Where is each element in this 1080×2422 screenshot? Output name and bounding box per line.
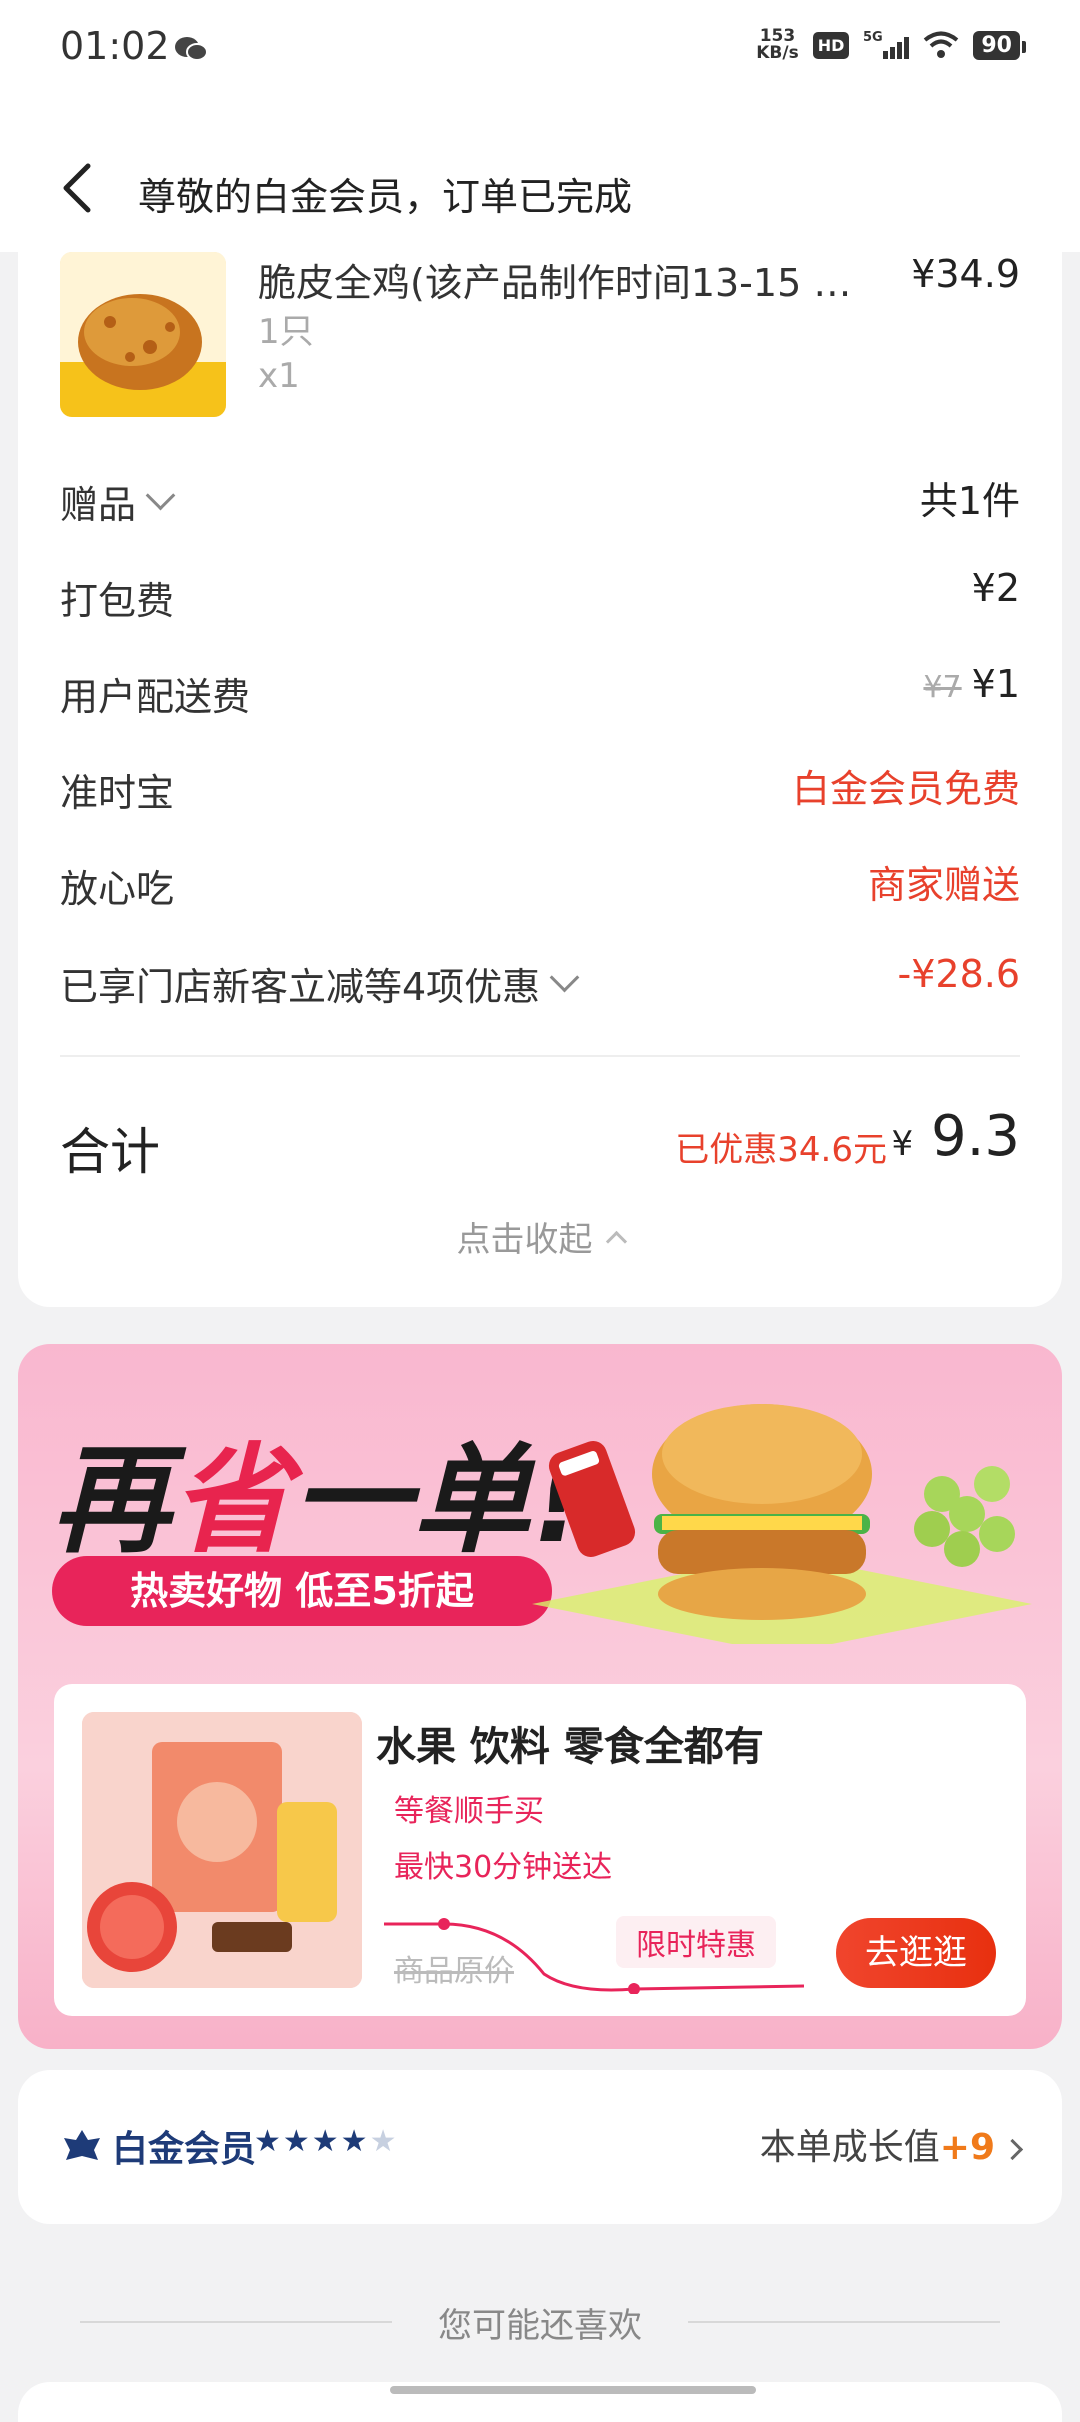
original-price-label: 商品原价 — [394, 1954, 514, 1989]
chevron-right-icon — [1001, 2138, 1024, 2160]
discounts-label: 已享门店新客立减等4项优惠 — [60, 965, 541, 1009]
product-spec: 1只 — [258, 312, 314, 352]
browse-button[interactable]: 去逛逛 — [836, 1918, 996, 1988]
banner-headline: 再省一单! — [52, 1431, 588, 1569]
promo-subtitle-2: 最快30分钟送达 — [394, 1850, 613, 1885]
delivery-fee-row: 用户配送费 ¥7 ¥1 — [60, 658, 1020, 719]
net-speed: 153 KB/s — [756, 26, 799, 63]
burger-drink-illustration — [532, 1404, 1032, 1644]
delivery-fee-label: 用户配送费 — [60, 675, 251, 719]
total-amount: ¥ 9.3 — [891, 1104, 1020, 1169]
packing-fee-label: 打包费 — [60, 579, 175, 623]
promo-title: 水果 饮料 零食全都有 — [376, 1724, 764, 1770]
total-label: 合计 — [60, 1123, 160, 1181]
snacks-image — [82, 1712, 362, 1988]
member-tier: 白金会员 — [112, 2129, 257, 2170]
gift-value: 共1件 — [919, 479, 1020, 523]
food-safety-value: 商家赠送 — [867, 863, 1020, 907]
member-growth-card[interactable]: 白金会员 ★★★★★ 本单成长值+9 — [18, 2070, 1062, 2224]
platinum-member-icon — [64, 2130, 100, 2160]
packing-fee-value: ¥2 — [971, 566, 1020, 610]
delivery-fee-value: ¥1 — [971, 662, 1020, 706]
promo-subtitle-1: 等餐顺手买 — [394, 1794, 544, 1829]
product-quantity: x1 — [258, 356, 300, 396]
food-safety-label: 放心吃 — [60, 867, 175, 911]
signal-icon: 5G — [863, 30, 910, 59]
divider — [60, 1055, 1020, 1057]
product-name: 脆皮全鸡(该产品制作时间13-15 … — [258, 261, 852, 305]
wifi-icon — [924, 31, 959, 58]
food-safety-row: 放心吃 商家赠送 — [60, 850, 1020, 911]
product-image[interactable] — [60, 252, 226, 417]
chevron-down-icon — [145, 480, 176, 511]
battery-icon: 90 — [973, 30, 1026, 60]
packing-fee-row: 打包费 ¥2 — [60, 562, 1020, 623]
product-price: ¥34.9 — [911, 252, 1020, 296]
on-time-guarantee-value: 白金会员免费 — [791, 767, 1020, 811]
wechat-icon — [175, 37, 208, 61]
total-saved: 已优惠34.6元 — [675, 1130, 887, 1170]
on-time-guarantee-row: 准时宝 白金会员免费 — [60, 754, 1020, 815]
collapse-toggle[interactable]: 点击收起 — [18, 1212, 1062, 1261]
limited-offer-label: 限时特惠 — [616, 1916, 776, 1968]
nav-header: 尊敬的白金会员，订单已完成 — [0, 100, 1080, 252]
status-time: 01:02 — [60, 24, 170, 68]
original-delivery-fee: ¥7 — [923, 670, 962, 705]
banner-pill: 热卖好物 低至5折起 — [52, 1556, 552, 1626]
page-title: 尊敬的白金会员，订单已完成 — [138, 175, 633, 219]
divider — [688, 2321, 1000, 2323]
promo-card[interactable]: 水果 饮料 零食全都有 等餐顺手买 最快30分钟送达 商品原价 限时特惠 去逛逛 — [54, 1684, 1026, 2016]
discounts-row[interactable]: 已享门店新客立减等4项优惠 -¥28.6 — [60, 948, 1021, 1009]
gift-label: 赠品 — [60, 483, 137, 527]
status-bar: 01:02 153 KB/s HD 5G 90 — [0, 0, 1080, 100]
svg-text:5G: 5G — [863, 30, 883, 45]
gift-row[interactable]: 赠品 共1件 — [60, 466, 1020, 527]
home-indicator[interactable] — [390, 2386, 756, 2394]
back-arrow-icon[interactable] — [58, 160, 98, 216]
status-indicators: 153 KB/s HD 5G 90 — [756, 26, 1026, 63]
fried-chicken-image — [60, 252, 226, 417]
member-stars: ★★★★★ — [254, 2124, 399, 2159]
promo-banner[interactable]: 再省一单! 热卖好物 低至5折起 水果 饮料 零食全都有 等餐顺手买 最快30分… — [18, 1344, 1062, 2049]
hd-icon: HD — [812, 31, 850, 59]
on-time-guarantee-label: 准时宝 — [60, 771, 175, 815]
order-detail-card: 脆皮全鸡(该产品制作时间13-15 … ¥34.9 1只 x1 赠品 共1件 打… — [18, 252, 1062, 1307]
chevron-down-icon — [549, 962, 580, 993]
growth-value[interactable]: 本单成长值+9 — [760, 2118, 1024, 2170]
discounts-value: -¥28.6 — [897, 952, 1021, 996]
chevron-up-icon — [605, 1230, 627, 1253]
